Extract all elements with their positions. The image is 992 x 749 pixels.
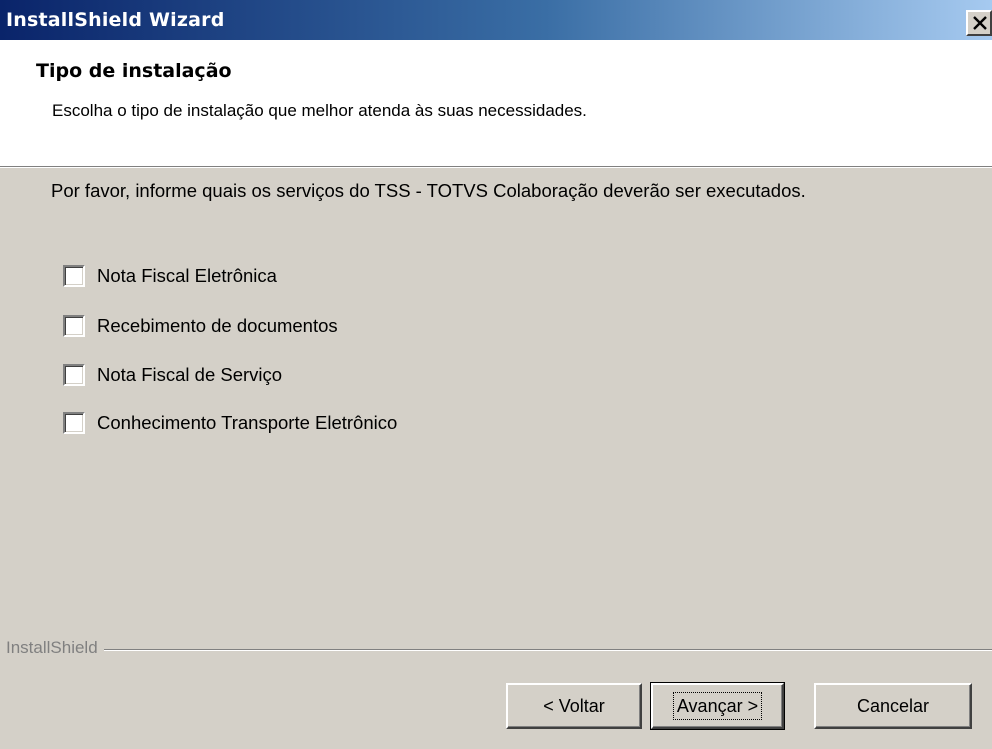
window-title: InstallShield Wizard — [6, 9, 225, 31]
cte-checkbox[interactable] — [63, 412, 85, 434]
next-button-label: Avançar > — [672, 692, 763, 720]
option-label: Nota Fiscal de Serviço — [97, 364, 283, 385]
next-button[interactable]: Avançar > — [650, 682, 785, 730]
option-label: Conhecimento Transporte Eletrônico — [97, 412, 398, 433]
cancel-button-label: Cancelar — [856, 696, 930, 716]
header-divider-highlight — [0, 167, 992, 168]
footer-divider-highlight — [6, 650, 992, 651]
wizard-header: Tipo de instalação Escolha o tipo de ins… — [0, 40, 992, 166]
title-bar: InstallShield Wizard — [0, 0, 992, 40]
close-button[interactable] — [966, 10, 992, 36]
option-label: Recebimento de documentos — [97, 315, 338, 336]
cancel-button[interactable]: Cancelar — [814, 683, 972, 729]
instruction-text: Por favor, informe quais os serviços do … — [51, 180, 806, 201]
page-title: Tipo de instalação — [36, 60, 232, 82]
nfse-checkbox[interactable] — [63, 364, 85, 386]
brand-label: InstallShield — [6, 638, 104, 658]
back-button-label: < Voltar — [543, 696, 605, 716]
page-description: Escolha o tipo de instalação que melhor … — [52, 101, 587, 120]
back-button[interactable]: < Voltar — [506, 683, 642, 729]
option-label: Nota Fiscal Eletrônica — [97, 265, 277, 286]
close-icon — [973, 16, 987, 30]
recebimento-checkbox[interactable] — [63, 315, 85, 337]
nfe-checkbox[interactable] — [63, 265, 85, 287]
